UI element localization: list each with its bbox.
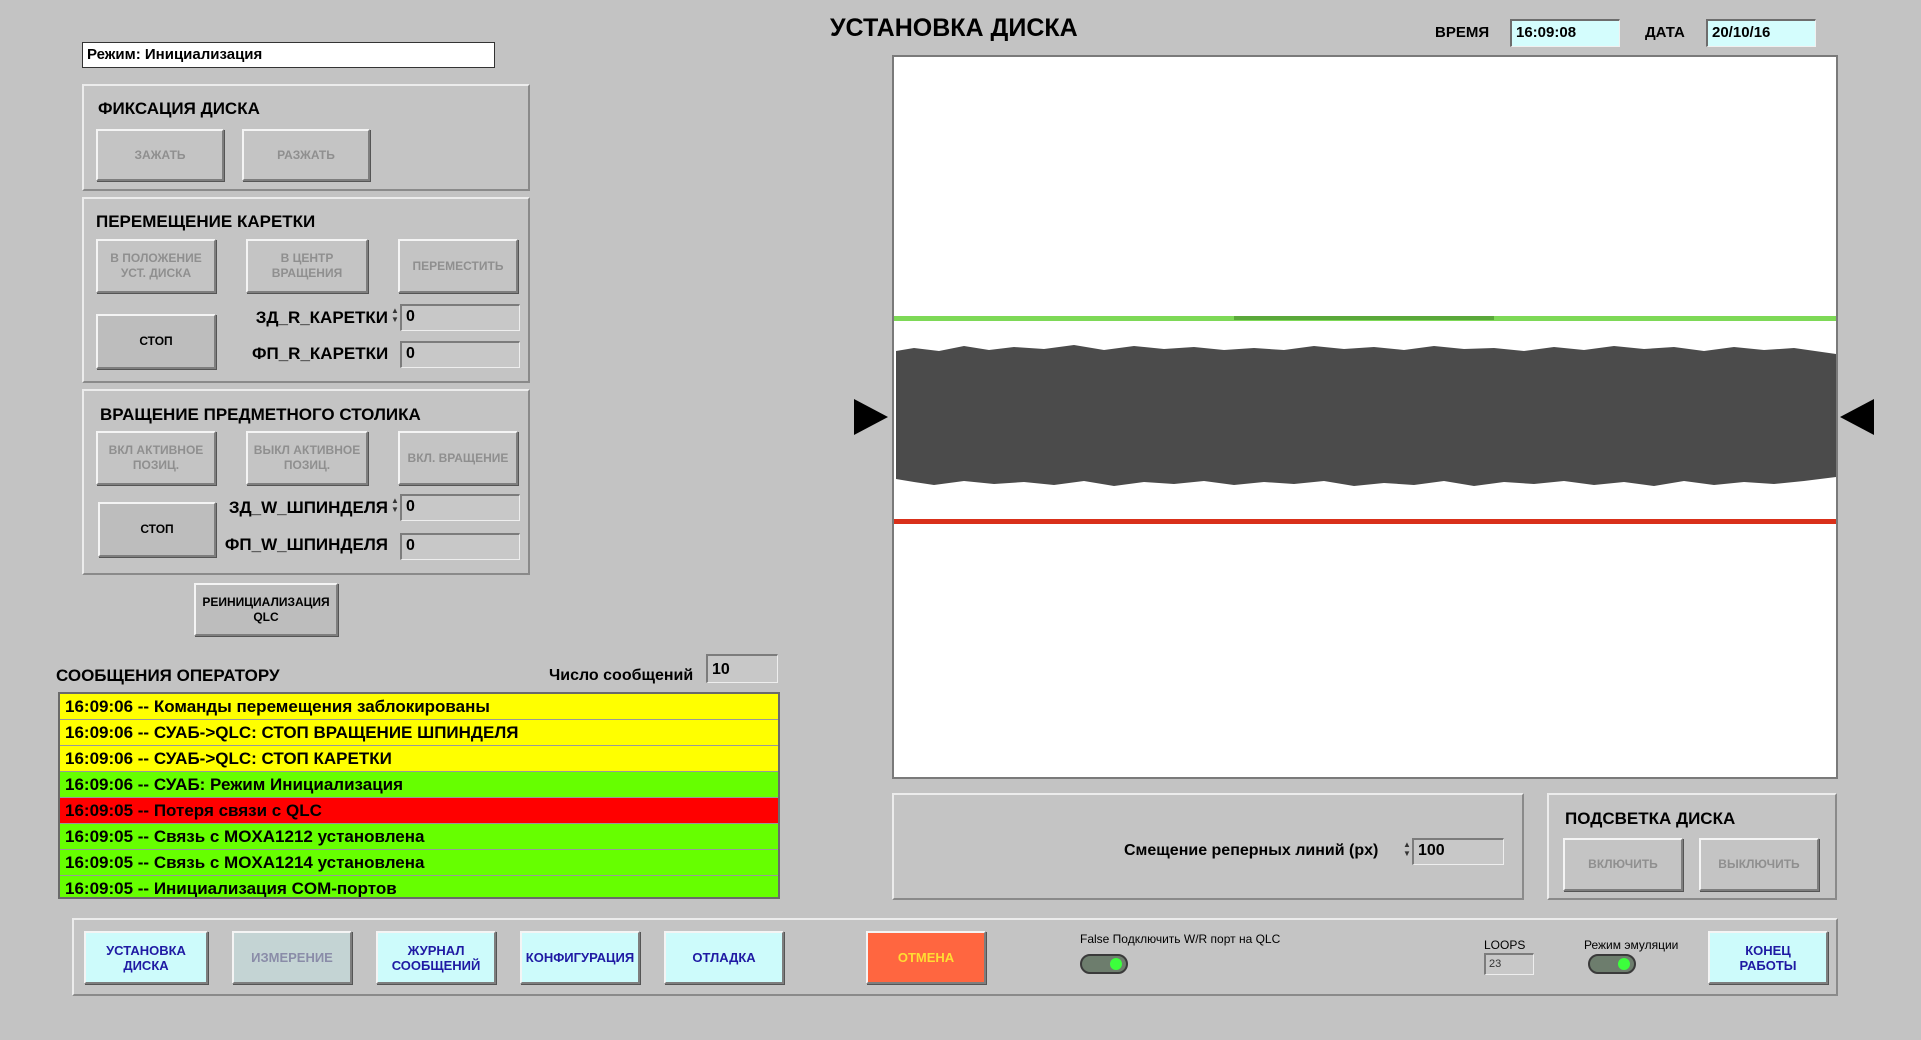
message-row[interactable]: 16:09:05 -- Инициализация COM-портов: [60, 876, 778, 897]
carriage-actual-display: 0: [400, 341, 520, 368]
release-button[interactable]: РАЗЖАТЬ: [242, 129, 370, 181]
connect-wr-port-toggle[interactable]: [1080, 954, 1128, 974]
active-pos-on-button[interactable]: ВКЛ АКТИВНОЕ ПОЗИЦ.: [96, 431, 216, 485]
left-pointer-icon: [854, 399, 888, 435]
messages-title: СООБЩЕНИЯ ОПЕРАТОРУ: [56, 666, 280, 685]
carriage-actual-label: ФП_R_КАРЕТКИ: [252, 344, 389, 363]
spin-arrows-icon[interactable]: ▲ ▼: [391, 306, 399, 324]
loops-label: LOOPS: [1484, 938, 1526, 952]
right-pointer-icon: [1840, 399, 1874, 435]
to-disk-position-button[interactable]: В ПОЛОЖЕНИЕ УСТ. ДИСКА: [96, 239, 216, 293]
backlight-title: ПОДСВЕТКА ДИСКА: [1565, 809, 1736, 828]
backlight-off-button[interactable]: ВЫКЛЮЧИТЬ: [1699, 838, 1819, 891]
to-rotation-center-button[interactable]: В ЦЕНТР ВРАЩЕНИЯ: [246, 239, 368, 293]
message-row[interactable]: 16:09:06 -- СУАБ->QLC: СТОП ВРАЩЕНИЕ ШПИ…: [60, 720, 778, 746]
emulation-toggle[interactable]: [1588, 954, 1636, 974]
message-count-label: Число сообщений: [549, 667, 694, 684]
date-label: ДАТА: [1645, 24, 1685, 41]
rotation-title: ВРАЩЕНИЕ ПРЕДМЕТНОГО СТОЛИКА: [100, 405, 421, 424]
move-button[interactable]: ПЕРЕМЕСТИТЬ: [398, 239, 518, 293]
spin-arrows-icon[interactable]: ▲ ▼: [391, 496, 399, 514]
rotation-stop-button[interactable]: СТОП: [98, 502, 216, 557]
disk-camera-view: [894, 316, 1836, 524]
message-row[interactable]: 16:09:05 -- Связь с MOXA1214 установлена: [60, 850, 778, 876]
cancel-button[interactable]: ОТМЕНА: [866, 931, 986, 984]
reinit-qlc-button[interactable]: РЕИНИЦИАЛИЗАЦИЯ QLC: [194, 583, 338, 636]
offset-label: Смещение реперных линий (px): [1124, 842, 1379, 859]
page-title: УСТАНОВКА ДИСКА: [830, 14, 1078, 42]
connect-wr-port-label: False Подключить W/R порт на QLC: [1080, 932, 1281, 946]
time-display: 16:09:08: [1510, 19, 1620, 47]
rotation-actual-label: ФП_W_ШПИНДЕЛЯ: [224, 535, 388, 554]
rotation-actual-display: 0: [400, 533, 520, 560]
mode-field: Режим: Инициализация: [82, 42, 495, 68]
configuration-button[interactable]: КОНФИГУРАЦИЯ: [520, 931, 640, 984]
emulation-label: Режим эмуляции: [1584, 938, 1679, 952]
offset-panel: Смещение реперных линий (px) ▲ ▼ 100: [892, 793, 1524, 900]
time-label: ВРЕМЯ: [1435, 24, 1490, 41]
message-row[interactable]: 16:09:06 -- Команды перемещения заблокир…: [60, 694, 778, 720]
loops-display: 23: [1484, 953, 1534, 975]
carriage-title: ПЕРЕМЕЩЕНИЕ КАРЕТКИ: [96, 212, 316, 231]
carriage-stop-button[interactable]: СТОП: [96, 314, 216, 369]
active-pos-off-button[interactable]: ВЫКЛ АКТИВНОЕ ПОЗИЦ.: [246, 431, 368, 485]
carriage-set-label: ЗД_R_КАРЕТКИ: [255, 308, 388, 327]
disk-fix-title: ФИКСАЦИЯ ДИСКА: [98, 99, 260, 118]
disk-edge-shadow: [896, 345, 1836, 486]
message-count-input[interactable]: 10: [706, 654, 778, 683]
disk-fix-panel: ФИКСАЦИЯ ДИСКА ЗАЖАТЬ РАЗЖАТЬ: [82, 84, 530, 191]
message-row[interactable]: 16:09:06 -- СУАБ: Режим Инициализация: [60, 772, 778, 798]
date-display: 20/10/16: [1706, 19, 1816, 47]
spin-arrows-icon[interactable]: ▲ ▼: [1403, 840, 1411, 858]
message-row[interactable]: 16:09:05 -- Потеря связи с QLC: [60, 798, 778, 824]
backlight-on-button[interactable]: ВКЛЮЧИТЬ: [1563, 838, 1683, 891]
offset-input[interactable]: 100: [1412, 838, 1504, 865]
message-row[interactable]: 16:09:06 -- СУАБ->QLC: СТОП КАРЕТКИ: [60, 746, 778, 772]
rotation-set-input[interactable]: 0: [400, 494, 520, 521]
install-disk-button[interactable]: УСТАНОВКА ДИСКА: [84, 931, 208, 984]
message-list[interactable]: 16:09:06 -- Команды перемещения заблокир…: [58, 692, 780, 899]
rotation-on-button[interactable]: ВКЛ. ВРАЩЕНИЕ: [398, 431, 518, 485]
message-row[interactable]: 16:09:05 -- Связь с MOXA1212 установлена: [60, 824, 778, 850]
measure-button[interactable]: ИЗМЕРЕНИЕ: [232, 931, 352, 984]
backlight-panel: ПОДСВЕТКА ДИСКА ВКЛЮЧИТЬ ВЫКЛЮЧИТЬ: [1547, 793, 1837, 900]
bottom-bar: УСТАНОВКА ДИСКА ИЗМЕРЕНИЕ ЖУРНАЛ СООБЩЕН…: [72, 918, 1838, 996]
end-work-button[interactable]: КОНЕЦ РАБОТЫ: [1708, 931, 1828, 984]
clamp-button[interactable]: ЗАЖАТЬ: [96, 129, 224, 181]
carriage-set-input[interactable]: 0: [400, 304, 520, 331]
rotation-set-label: ЗД_W_ШПИНДЕЛЯ: [228, 498, 388, 517]
message-items: 16:09:06 -- Команды перемещения заблокир…: [60, 694, 778, 897]
carriage-panel: ПЕРЕМЕЩЕНИЕ КАРЕТКИ В ПОЛОЖЕНИЕ УСТ. ДИС…: [82, 197, 530, 383]
lower-reference-line: [894, 519, 1836, 524]
message-log-button[interactable]: ЖУРНАЛ СООБЩЕНИЙ: [376, 931, 496, 984]
disk-image-display: [892, 55, 1838, 779]
upper-reference-line-dark: [1234, 316, 1494, 320]
debug-button[interactable]: ОТЛАДКА: [664, 931, 784, 984]
rotation-panel: ВРАЩЕНИЕ ПРЕДМЕТНОГО СТОЛИКА ВКЛ АКТИВНО…: [82, 389, 530, 575]
